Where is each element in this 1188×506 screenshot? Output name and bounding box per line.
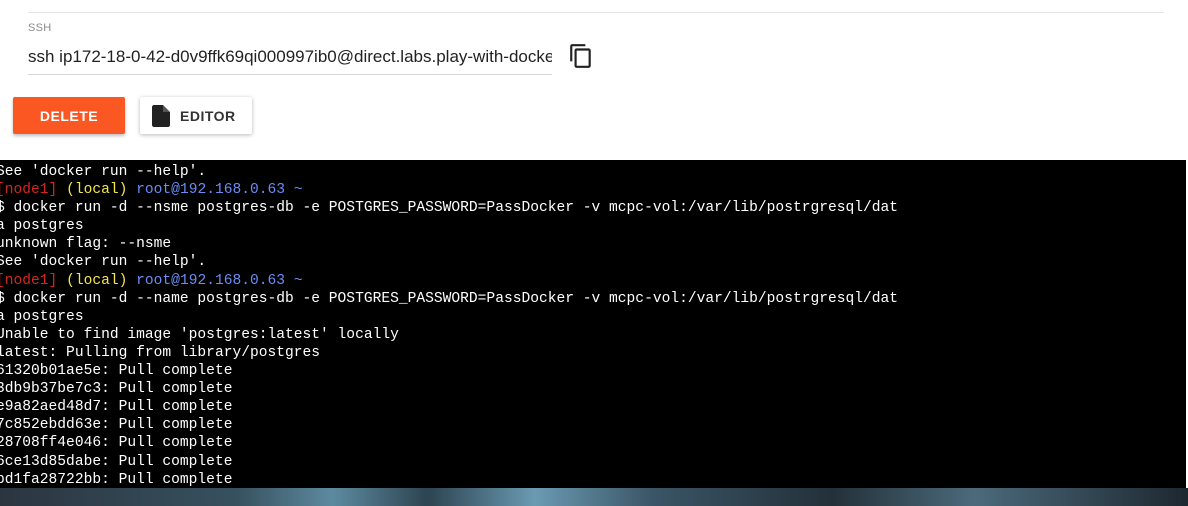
- desktop-background-strip: [0, 488, 1188, 506]
- top-divider: [28, 12, 1164, 13]
- prompt-host: root@192.168.0.63: [136, 182, 286, 199]
- copy-icon[interactable]: [568, 43, 594, 69]
- terminal-line: unknown flag: --nsme: [0, 236, 172, 253]
- prompt-tail: ~: [293, 182, 303, 199]
- terminal-line: See 'docker run --help'.: [0, 254, 207, 271]
- terminal[interactable]: See 'docker run --help'. [node1] (local) …: [0, 160, 1186, 488]
- terminal-output: See 'docker run --help'. [node1] (local) …: [0, 163, 898, 488]
- document-icon: [152, 104, 170, 127]
- terminal-line: e9a82aed48d7: Pull complete: [0, 399, 233, 416]
- terminal-line: 7c852ebdd63e: Pull complete: [0, 417, 233, 434]
- terminal-prompt-line: [node1] (local) root@192.168.0.63 ~: [0, 272, 898, 290]
- terminal-line: See 'docker run --help'.: [0, 164, 207, 180]
- delete-button-label: DELETE: [39, 107, 99, 124]
- ssh-command-field[interactable]: ssh ip172-18-0-42-d0v9ffk69qi000997ib0@d…: [28, 40, 552, 75]
- terminal-line: 28708ff4e046: Pull complete: [0, 435, 233, 452]
- terminal-line: 6ce13d85dabe: Pull complete: [0, 453, 233, 470]
- terminal-line: Unable to find image 'postgres:latest' l…: [0, 326, 399, 343]
- terminal-line: a postgres: [0, 218, 84, 235]
- terminal-line: $ docker run -d --nsme postgres-db -e PO…: [0, 200, 899, 217]
- terminal-line: latest: Pulling from library/postgres: [0, 344, 321, 361]
- terminal-line: bd1fa28722bb: Pull complete: [0, 471, 233, 488]
- prompt-local: (local): [66, 182, 128, 199]
- prompt-local: (local): [66, 272, 128, 289]
- terminal-line: 61320b01ae5e: Pull complete: [0, 363, 233, 380]
- delete-button[interactable]: DELETE: [13, 97, 125, 134]
- prompt-node: [node1]: [0, 272, 58, 289]
- terminal-line: $ docker run -d --name postgres-db -e PO…: [0, 290, 899, 307]
- prompt-node: [node1]: [0, 182, 58, 199]
- terminal-line: 3db9b37be7c3: Pull complete: [0, 381, 233, 398]
- prompt-host: root@192.168.0.63: [136, 272, 286, 289]
- terminal-prompt-line: [node1] (local) root@192.168.0.63 ~: [0, 181, 898, 199]
- editor-button[interactable]: EDITOR: [140, 97, 252, 134]
- editor-button-label: EDITOR: [180, 107, 236, 124]
- prompt-tail: ~: [293, 272, 303, 289]
- terminal-line: a postgres: [0, 308, 84, 325]
- ssh-label: SSH: [28, 22, 52, 34]
